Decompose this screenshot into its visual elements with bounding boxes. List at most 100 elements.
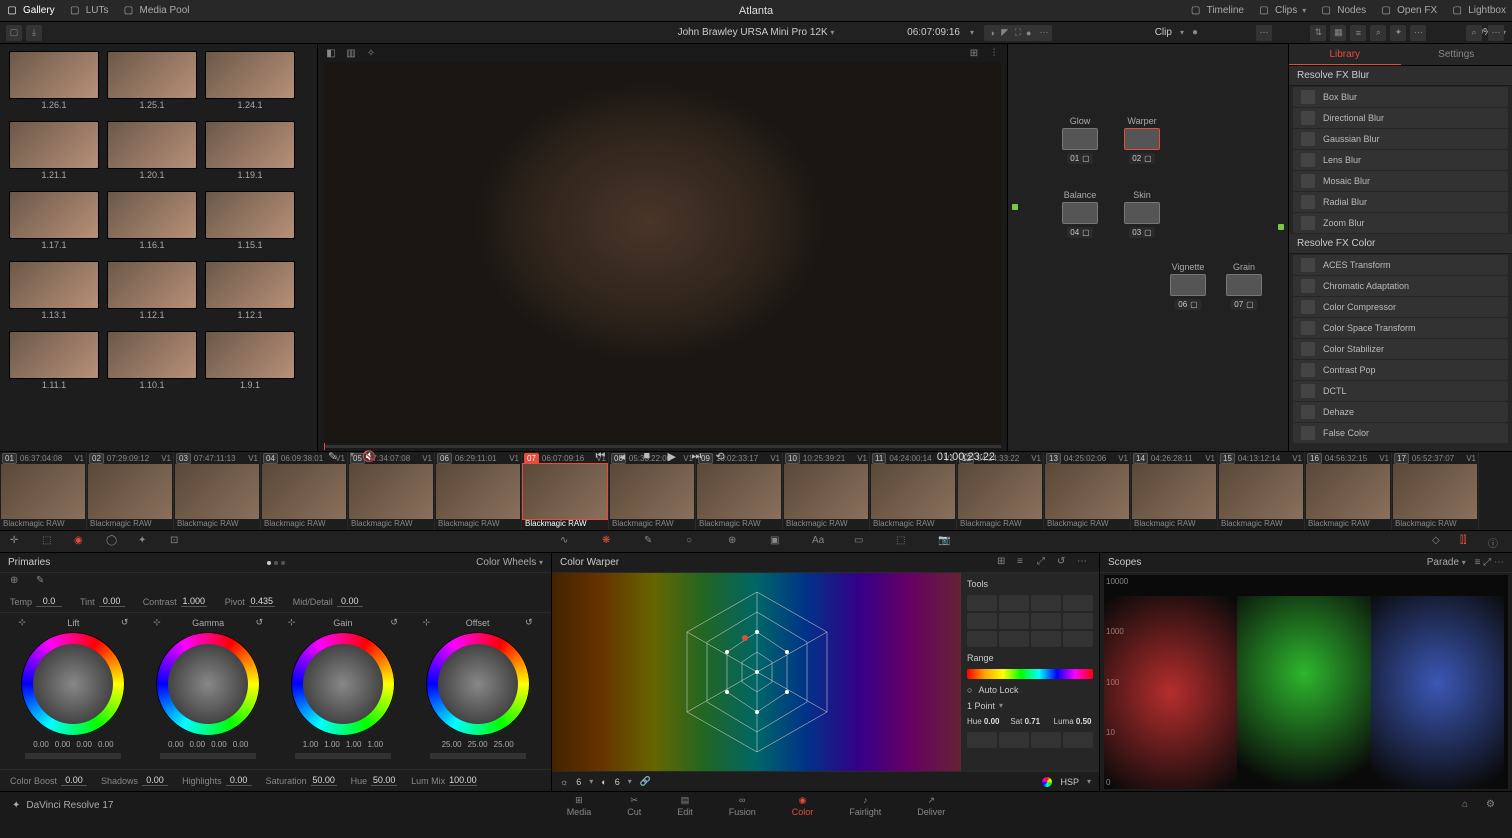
settings-icon[interactable]: ⚙	[1486, 799, 1500, 813]
wt2[interactable]	[999, 595, 1029, 611]
sc-more-icon[interactable]: ⋯	[1494, 557, 1504, 568]
wt7[interactable]	[1031, 613, 1061, 629]
fx-chromatic-adaptation[interactable]: Chromatic Adaptation	[1293, 276, 1508, 296]
page-fusion[interactable]: ∞Fusion	[729, 794, 756, 817]
last-frame-button[interactable]: ⏭	[692, 450, 706, 464]
wt10[interactable]	[999, 631, 1029, 647]
sc-expand-icon[interactable]: ⤢	[1483, 557, 1491, 568]
gallery-thumb[interactable]: 1.17.1	[10, 192, 98, 250]
node-02[interactable]: Warper02 ▢	[1124, 116, 1160, 164]
graph-input[interactable]	[1012, 204, 1018, 210]
adj-mid-detail[interactable]: Mid/Detail0.00	[293, 596, 363, 607]
clip-02[interactable]: 0207:29:09:12V1Blackmagic RAW	[87, 452, 174, 530]
t-window-icon[interactable]: ◯	[106, 535, 120, 549]
adj-saturation[interactable]: Saturation50.00	[266, 775, 337, 786]
wheel-lift[interactable]: ⊹Lift↺0.000.000.000.00	[18, 617, 128, 759]
list-view-icon[interactable]: ≡	[1350, 25, 1366, 41]
loop-button[interactable]: ⟲	[716, 450, 730, 464]
hsl-luma[interactable]: Luma 0.50	[1054, 717, 1093, 726]
wb2[interactable]	[999, 732, 1029, 748]
topright-openfx[interactable]: ▢Open FX	[1380, 5, 1437, 17]
gallery-thumb[interactable]: 1.26.1	[10, 52, 98, 110]
more-icon[interactable]: ⋯	[1410, 25, 1426, 41]
page-cut[interactable]: ✂Cut	[627, 794, 641, 817]
wt9[interactable]	[967, 631, 997, 647]
adj-contrast[interactable]: Contrast1.000	[143, 596, 207, 607]
wb4[interactable]	[1063, 732, 1093, 748]
fx-radial-blur[interactable]: Radial Blur	[1293, 192, 1508, 212]
wt12[interactable]	[1063, 631, 1093, 647]
topright-nodes[interactable]: ▢Nodes	[1320, 5, 1366, 17]
w-reset-icon[interactable]: ↺	[1057, 556, 1071, 570]
fx-dehaze[interactable]: Dehaze	[1293, 402, 1508, 422]
wb3[interactable]	[1031, 732, 1061, 748]
wt6[interactable]	[999, 613, 1029, 629]
clip-03[interactable]: 0307:47:11:13V1Blackmagic RAW	[174, 452, 261, 530]
scope-canvas[interactable]: 100001000100100	[1104, 575, 1508, 789]
export-icon[interactable]: ⤓	[26, 25, 42, 41]
fx-tab-library[interactable]: Library	[1289, 44, 1401, 65]
clip-name[interactable]: John Brawley URSA Mini Pro 12K	[678, 27, 828, 38]
fx-color-space-transform[interactable]: Color Space Transform	[1293, 318, 1508, 338]
fx-aces-transform[interactable]: ACES Transform	[1293, 255, 1508, 275]
split-icon[interactable]: ▥	[344, 46, 358, 60]
topleft-mediapool[interactable]: ▢Media Pool	[122, 5, 189, 17]
clip-17[interactable]: 1705:52:37:07V1Blackmagic RAW	[1392, 452, 1479, 530]
adj-shadows[interactable]: Shadows0.00	[101, 775, 168, 786]
node-graph[interactable]: Glow01 ▢Warper02 ▢Balance04 ▢Skin03 ▢Vig…	[1008, 44, 1288, 451]
c-track-icon[interactable]: ⊕	[728, 535, 742, 549]
color-picker-icon[interactable]	[1042, 777, 1052, 787]
fx-color-header[interactable]: Resolve FX Color	[1289, 234, 1512, 254]
fx-lens-blur[interactable]: Lens Blur	[1293, 150, 1508, 170]
fx-color-compressor[interactable]: Color Compressor	[1293, 297, 1508, 317]
fx-more-icon[interactable]: ⋯	[1488, 25, 1504, 41]
sort-icon[interactable]: ⇅	[1310, 25, 1326, 41]
clip-13[interactable]: 1304:25:02:06V1Blackmagic RAW	[1044, 452, 1131, 530]
topright-timeline[interactable]: ▢Timeline	[1190, 5, 1244, 17]
t-curves-icon[interactable]: ✛	[10, 535, 24, 549]
wheel-offset[interactable]: ⊹Offset↺25.0025.0025.00	[423, 617, 533, 759]
page-color[interactable]: ◉Color	[792, 794, 814, 817]
w-more-icon[interactable]: ⋯	[1077, 556, 1091, 570]
auto-balance-icon[interactable]: ⊕	[10, 575, 24, 589]
c-sizing-icon[interactable]: ▭	[854, 535, 868, 549]
hsl-hue[interactable]: Hue 0.00	[967, 717, 1006, 726]
c-cam-icon[interactable]: 📷	[938, 535, 952, 549]
warper-mode[interactable]: HSP	[1060, 777, 1079, 787]
wt1[interactable]	[967, 595, 997, 611]
gallery-thumb[interactable]: 1.19.1	[206, 122, 294, 180]
c-stab-icon[interactable]: ▣	[770, 535, 784, 549]
clip-14[interactable]: 1404:26:28:11V1Blackmagic RAW	[1131, 452, 1218, 530]
adj-temp[interactable]: Temp0.0	[10, 596, 62, 607]
topright-clips[interactable]: ▢Clips▾	[1258, 5, 1306, 17]
gallery-thumb[interactable]: 1.25.1	[108, 52, 196, 110]
page-fairlight[interactable]: ♪Fairlight	[849, 794, 881, 817]
gallery-thumb[interactable]: 1.13.1	[10, 262, 98, 320]
gallery-thumb[interactable]: 1.21.1	[10, 122, 98, 180]
node-06[interactable]: Vignette06 ▢	[1170, 262, 1206, 310]
node-more-icon[interactable]: ⋯	[1256, 25, 1272, 41]
wheel-gain[interactable]: ⊹Gain↺1.001.001.001.00	[288, 617, 398, 759]
r-scopes-icon[interactable]: ⫿⫿	[1460, 535, 1474, 549]
gallery-thumb[interactable]: 1.15.1	[206, 192, 294, 250]
adj-tint[interactable]: Tint0.00	[80, 596, 125, 607]
c-key-icon[interactable]: Aa	[812, 535, 826, 549]
wheel-gamma[interactable]: ⊹Gamma↺0.000.000.000.00	[153, 617, 263, 759]
gallery-thumb[interactable]: 1.12.1	[108, 262, 196, 320]
graph-output[interactable]	[1278, 224, 1284, 230]
hsl-sat[interactable]: Sat 0.71	[1010, 717, 1049, 726]
topleft-gallery[interactable]: ▢Gallery	[6, 5, 55, 17]
point-select[interactable]: 1 Point	[967, 701, 995, 711]
wand-icon[interactable]: ✦	[1390, 25, 1406, 41]
fx-zoom-blur[interactable]: Zoom Blur	[1293, 213, 1508, 233]
wt3[interactable]	[1031, 595, 1061, 611]
wt4[interactable]	[1063, 595, 1093, 611]
gallery-thumb[interactable]: 1.11.1	[10, 332, 98, 390]
gallery-thumb[interactable]: 1.24.1	[206, 52, 294, 110]
adj-lum-mix[interactable]: Lum Mix100.00	[411, 775, 477, 786]
t-qualifier-icon[interactable]: ⬚	[42, 535, 56, 549]
adj-highlights[interactable]: Highlights0.00	[182, 775, 252, 786]
first-frame-button[interactable]: ⏮	[596, 450, 610, 464]
wb1[interactable]	[967, 732, 997, 748]
clip-16[interactable]: 1604:56:32:15V1Blackmagic RAW	[1305, 452, 1392, 530]
